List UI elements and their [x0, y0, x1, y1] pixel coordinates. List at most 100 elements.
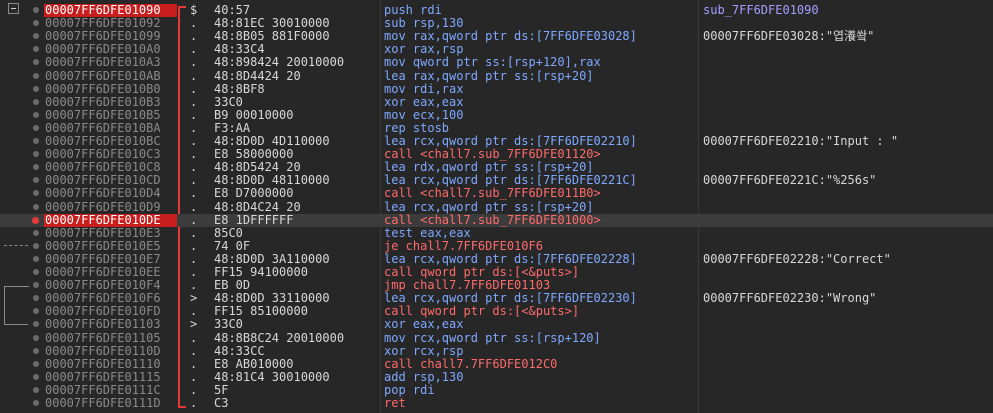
instruction: xor eax,eax	[384, 317, 464, 332]
breakpoint-slot-icon[interactable]	[33, 373, 39, 380]
disassembly-row[interactable]: 00007FF6DFE010A3. 48:898424 20010000 mov q…	[0, 56, 993, 69]
disassembly-row[interactable]: 00007FF6DFE01115. 48:81C4 30010000 add rsp…	[0, 369, 993, 384]
disassembly-row[interactable]: 00007FF6DFE010DE. E8 1DFFFFFF call <chall7…	[0, 213, 993, 227]
disassembly-row[interactable]: 00007FF6DFE010B5. B9 00010000 mov ecx,100	[0, 107, 993, 122]
disassembly-row[interactable]: 00007FF6DFE010BA. F3:AA rep stosb	[0, 120, 993, 135]
breakpoint-slot-icon[interactable]	[33, 85, 39, 92]
instruction: lea rcx,qword ptr ds:[7FF6DFE0221C]	[384, 173, 637, 188]
disassembly-row[interactable]: 00007FF6DFE01105. 48:8B8C24 20010000 mov r…	[0, 330, 993, 345]
breakpoint-slot-icon[interactable]	[33, 124, 39, 131]
address: 00007FF6DFE010A3	[45, 55, 161, 70]
flow-marker: .	[190, 356, 198, 371]
address: 00007FF6DFE0111D	[45, 396, 161, 410]
breakpoint-slot-icon[interactable]	[33, 386, 39, 393]
breakpoint-slot-icon[interactable]	[33, 46, 39, 53]
disassembly-row[interactable]: 00007FF6DFE010EE. FF15 94100000 call qword…	[0, 266, 993, 279]
flow-marker: .	[190, 369, 198, 384]
breakpoint-slot-icon[interactable]	[33, 295, 39, 302]
breakpoint-slot-icon[interactable]	[33, 203, 39, 210]
breakpoint-slot-icon[interactable]	[33, 242, 39, 249]
breakpoint-slot-icon[interactable]	[33, 72, 39, 79]
breakpoint-slot-icon[interactable]	[33, 164, 39, 171]
address: 00007FF6DFE010F6	[45, 291, 161, 306]
disassembly-row[interactable]: 00007FF6DFE010C8. 48:8D5424 20 lea rdx,qwo…	[0, 161, 993, 174]
breakpoint-slot-icon[interactable]	[33, 308, 39, 315]
address: 00007FF6DFE0111C	[45, 382, 161, 397]
disassembly-row[interactable]: 00007FF6DFE010B0. 48:8BF8 mov rdi,rax	[0, 81, 993, 96]
disassembly-row[interactable]: 00007FF6DFE010CD. 48:8D0D 48110000 lea rcx…	[0, 174, 993, 187]
address: 00007FF6DFE010BC	[45, 134, 161, 148]
disassembly-row[interactable]: 00007FF6DFE0111D. C3 ret	[0, 397, 993, 410]
disassembly-row[interactable]: 00007FF6DFE010B3. 33C0 xor eax,eax	[0, 94, 993, 109]
opcode-bytes: 48:81EC 30010000	[214, 16, 330, 31]
disassembly-row[interactable]: 00007FF6DFE010E5. 74 0F je chall7.7FF6DFE0…	[0, 238, 993, 253]
breakpoint-slot-icon[interactable]	[33, 20, 39, 27]
disassembly-row[interactable]: 00007FF6DFE01110. E8 AB010000 call chall7.…	[0, 356, 993, 371]
disassembly-row[interactable]: 00007FF6DFE01099. 48:8B05 881F0000 mov rax…	[0, 30, 993, 43]
breakpoint-slot-icon[interactable]	[33, 400, 39, 406]
flow-marker: .	[190, 382, 198, 397]
address: 00007FF6DFE01105	[45, 330, 161, 345]
comment: 00007FF6DFE02228:"Correct"	[703, 251, 891, 266]
breakpoint-slot-icon[interactable]	[33, 360, 39, 367]
instruction: lea rcx,qword ptr ss:[rsp+20]	[384, 199, 594, 214]
breakpoint-slot-icon[interactable]	[33, 151, 39, 158]
breakpoint-icon[interactable]	[32, 216, 39, 224]
breakpoint-slot-icon[interactable]	[33, 138, 39, 144]
disassembly-row[interactable]: 00007FF6DFE010A0. 48:33C4 xor rax,rsp	[0, 43, 993, 56]
breakpoint-slot-icon[interactable]	[33, 190, 39, 197]
disassembly-row[interactable]: 00007FF6DFE010BC. 48:8D0D 4D110000 lea rcx…	[0, 135, 993, 148]
disassembly-row[interactable]: 00007FF6DFE010FD. FF15 85100000 call qword…	[0, 305, 993, 318]
opcode-bytes: F3:AA	[214, 120, 251, 135]
disassembly-row[interactable]: 00007FF6DFE010D4. E8 D7000000 call <chall7…	[0, 187, 993, 200]
disassembly-row[interactable]: 00007FF6DFE010F6 >48:8D0D 33110000 lea rcx…	[0, 292, 993, 305]
breakpoint-slot-icon[interactable]	[33, 59, 39, 66]
disassembly-row[interactable]: 00007FF6DFE01103 >33C0 xor eax,eax	[0, 318, 993, 331]
address: 00007FF6DFE01099	[45, 29, 161, 44]
disassembly-row[interactable]: 00007FF6DFE0111C. 5F pop rdi	[0, 382, 993, 397]
breakpoint-slot-icon[interactable]	[33, 33, 39, 40]
opcode-bytes: 48:8D4C24 20	[214, 199, 301, 214]
breakpoint-slot-icon[interactable]	[33, 269, 39, 275]
breakpoint-slot-icon[interactable]	[33, 334, 39, 341]
instruction: call chall7.7FF6DFE012C0	[384, 356, 558, 371]
disassembly-row[interactable]: 00007FF6DFE010E7. 48:8D0D 3A110000 lea rcx…	[0, 251, 993, 266]
opcode-bytes: 48:8D4424 20	[214, 68, 301, 83]
breakpoint-slot-icon[interactable]	[33, 229, 39, 236]
opcode-bytes: 48:8D0D 4D110000	[214, 134, 330, 148]
address: 00007FF6DFE010E3	[45, 225, 161, 240]
instruction: call <chall7.sub_7FF6DFE01120>	[384, 147, 601, 162]
breakpoint-slot-icon[interactable]	[33, 111, 39, 118]
disassembly-row[interactable]: 00007FF6DFE010D9. 48:8D4C24 20 lea rcx,qwo…	[0, 199, 993, 214]
disassembly-row[interactable]: 00007FF6DFE010AB. 48:8D4424 20 lea rax,qwo…	[0, 68, 993, 83]
address: 00007FF6DFE010B5	[45, 107, 161, 122]
disassembly-row[interactable]: 00007FF6DFE0110D. 48:33CC xor rcx,rsp	[0, 344, 993, 358]
instruction: call qword ptr ds:[<&puts>]	[384, 304, 580, 319]
breakpoint-slot-icon[interactable]	[33, 321, 39, 328]
breakpoint-slot-icon[interactable]	[33, 7, 39, 13]
opcode-bytes: 85C0	[214, 225, 243, 240]
instruction: xor eax,eax	[384, 94, 464, 109]
breakpoint-slot-icon[interactable]	[33, 255, 39, 262]
breakpoint-slot-icon[interactable]	[33, 98, 39, 105]
flow-marker: .	[190, 225, 198, 240]
instruction: xor rax,rsp	[384, 42, 464, 57]
opcode-bytes: 48:8BF8	[214, 81, 265, 96]
disassembly-row[interactable]: 00007FF6DFE010F4. EB 0D jmp chall7.7FF6DFE…	[0, 279, 993, 292]
flow-marker: .	[190, 238, 198, 253]
disassembly-row[interactable]: 00007FF6DFE01092. 48:81EC 30010000 sub rsp…	[0, 17, 993, 30]
opcode-bytes: C3	[214, 396, 229, 410]
breakpoint-slot-icon[interactable]	[33, 282, 39, 289]
flow-marker: .	[190, 55, 198, 70]
address: 00007FF6DFE01110	[45, 356, 161, 371]
flow-marker: >	[190, 291, 198, 306]
disassembly-row[interactable]: 00007FF6DFE01090 $40:57 push rdi sub_7FF6DF…	[0, 4, 993, 17]
breakpoint-slot-icon[interactable]	[33, 177, 39, 184]
breakpoint-slot-icon[interactable]	[33, 347, 39, 354]
address: 00007FF6DFE010BA	[45, 120, 161, 135]
opcode-bytes: B9 00010000	[214, 107, 294, 122]
opcode-bytes: EB 0D	[214, 278, 251, 293]
disassembly-row[interactable]: 00007FF6DFE010E3. 85C0 test eax,eax	[0, 225, 993, 240]
disassembly-row[interactable]: 00007FF6DFE010C3. E8 58000000 call <chall7…	[0, 148, 993, 161]
address: 00007FF6DFE010F4	[45, 278, 161, 293]
